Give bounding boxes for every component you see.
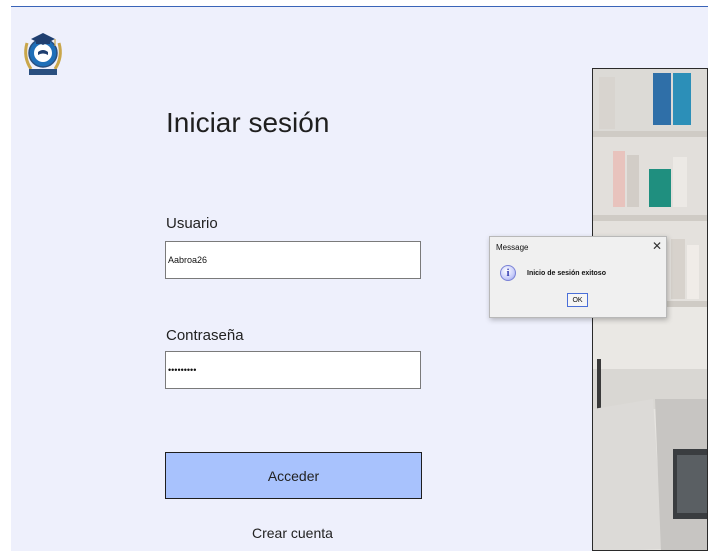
- message-dialog: Message ✕ i Inicio de sesión exitoso OK: [489, 236, 667, 318]
- login-button[interactable]: Acceder: [165, 452, 422, 499]
- school-logo-icon: [24, 33, 62, 75]
- username-label: Usuario: [166, 215, 218, 232]
- password-label: Contraseña: [166, 327, 244, 344]
- close-icon[interactable]: ✕: [652, 239, 662, 253]
- dialog-message: Inicio de sesión exitoso: [527, 270, 606, 277]
- information-icon: i: [500, 265, 516, 281]
- create-account-link[interactable]: Crear cuenta: [252, 525, 333, 541]
- page-title: Iniciar sesión: [166, 107, 330, 138]
- ok-button[interactable]: OK: [567, 293, 588, 307]
- password-input[interactable]: [165, 351, 421, 389]
- dialog-title: Message: [496, 243, 529, 252]
- username-input[interactable]: [165, 241, 421, 279]
